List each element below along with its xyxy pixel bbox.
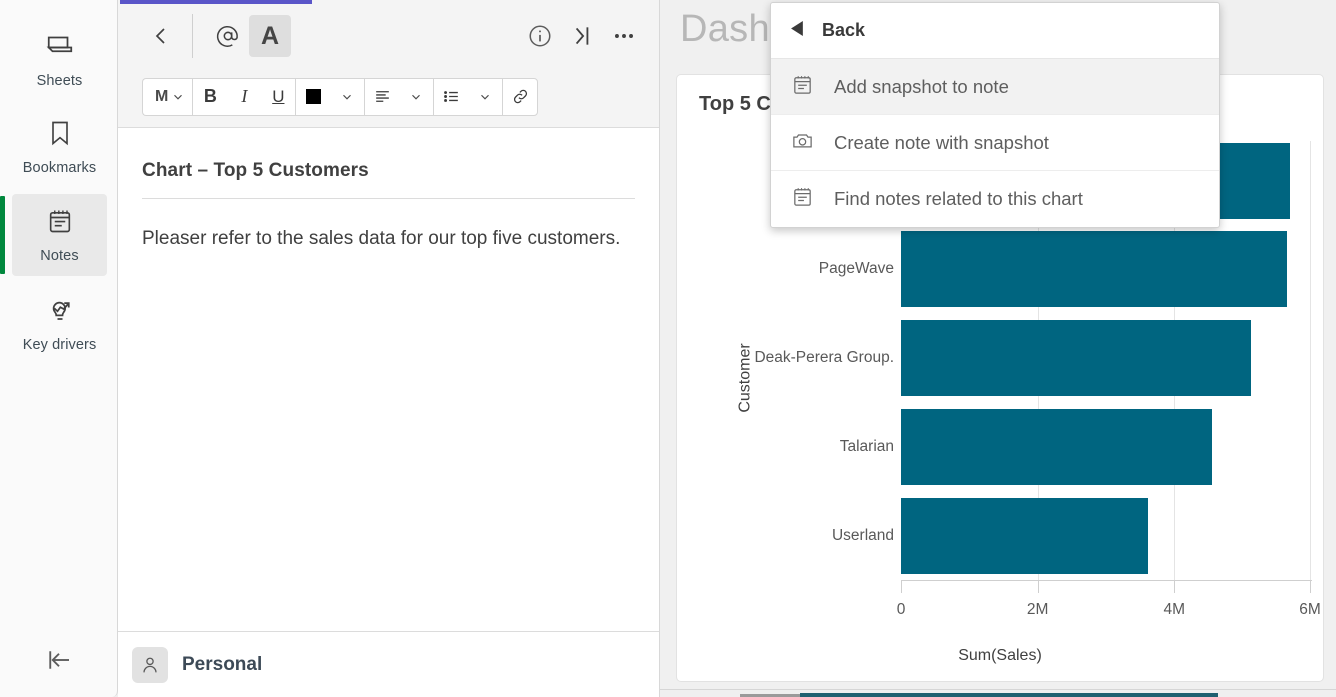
text-format-button[interactable]: A <box>249 15 291 57</box>
tick-mark <box>1037 581 1039 593</box>
link-icon[interactable] <box>503 79 537 115</box>
menu-item-find-notes-related-to-chart[interactable]: Find notes related to this chart <box>771 171 1219 227</box>
menu-item-label: Create note with snapshot <box>834 131 1049 153</box>
alignment-group <box>364 77 434 116</box>
tick-label: 4M <box>1163 601 1186 618</box>
key-drivers-icon <box>45 294 75 329</box>
toolbar-divider <box>192 14 193 58</box>
at-mention-icon[interactable] <box>207 15 249 57</box>
note-editor-body[interactable]: Chart – Top 5 Customers Pleaser refer to… <box>118 128 659 631</box>
bar-userland[interactable]: Userland <box>832 498 1148 574</box>
tick-mark <box>1174 581 1176 593</box>
tick-mark <box>901 581 902 593</box>
menu-item-label: Add snapshot to note <box>834 75 1009 97</box>
ellipsis-icon[interactable] <box>603 15 645 57</box>
gridline-6m <box>1310 141 1311 581</box>
text-color-dropdown[interactable] <box>330 79 364 115</box>
active-accent-bar <box>0 196 5 274</box>
rail-item-list: Sheets Bookmarks Notes Key drivers <box>0 0 117 364</box>
tick-mark <box>1310 581 1311 593</box>
x-axis-title: Sum(Sales) <box>958 647 1042 664</box>
chevron-down-icon <box>171 90 185 104</box>
link-group <box>502 77 539 116</box>
notes-space-label: Personal <box>182 653 263 675</box>
italic-button[interactable]: I <box>227 79 261 115</box>
bar-label: Deak-Perera Group. <box>754 349 894 366</box>
align-left-icon[interactable] <box>365 79 399 115</box>
collapse-right-icon[interactable] <box>561 15 603 57</box>
notes-toolbar: A <box>118 0 659 72</box>
back-button[interactable] <box>140 15 182 57</box>
notes-panel: A M B I U Chart – Top 5 Customers Please… <box>118 0 660 697</box>
tick-label: 2M <box>1026 601 1049 618</box>
camera-icon <box>791 129 814 157</box>
note-text[interactable]: Pleaser refer to the sales data for our … <box>142 225 635 253</box>
notes-footer: Personal <box>118 631 659 697</box>
text-format-label: A <box>260 21 280 50</box>
notes-icon <box>791 73 814 101</box>
bar-deak-perera-group[interactable]: Deak-Perera Group. <box>754 320 1251 396</box>
text-style-group: B I U <box>192 77 296 116</box>
x-axis-line <box>901 580 1312 581</box>
chart-title: Top 5 C <box>699 93 771 115</box>
collapse-left-icon[interactable] <box>0 623 118 697</box>
sidebar-item-label: Notes <box>40 247 79 264</box>
note-title[interactable]: Chart – Top 5 Customers <box>142 160 635 199</box>
menu-item-add-snapshot-to-note[interactable]: Add snapshot to note <box>771 59 1219 115</box>
bold-button[interactable]: B <box>193 79 227 115</box>
sidebar-item-sheets[interactable]: Sheets <box>12 18 107 100</box>
triangle-left-icon <box>791 20 804 41</box>
color-swatch <box>305 89 321 104</box>
loading-progress-bar <box>120 0 312 4</box>
bulleted-list-icon[interactable] <box>434 79 468 115</box>
list-group <box>433 77 503 116</box>
bookmark-icon <box>46 119 74 152</box>
font-size-group: M <box>142 77 193 116</box>
text-format-toolbar: M B I U <box>118 72 659 128</box>
sidebar-item-label: Key drivers <box>22 336 97 353</box>
info-circle-icon[interactable] <box>519 15 561 57</box>
sheet-tab-active[interactable] <box>800 693 1218 697</box>
alignment-dropdown[interactable] <box>399 79 433 115</box>
snapshot-context-menu: Back Add snapshot to note Create note wi… <box>770 2 1220 228</box>
sidebar-item-label: Bookmarks <box>22 159 97 176</box>
sidebar-item-label: Sheets <box>36 72 83 89</box>
y-axis-title: Customer <box>736 343 754 413</box>
notes-icon <box>46 207 74 240</box>
sheet-tab-bar[interactable] <box>660 689 1336 697</box>
bar-pagewave[interactable]: PageWave <box>819 231 1287 307</box>
left-navigation-rail: Sheets Bookmarks Notes Key drivers <box>0 0 118 697</box>
user-avatar-icon <box>132 646 168 683</box>
text-color-group <box>295 77 365 116</box>
list-dropdown[interactable] <box>468 79 502 115</box>
bar-label: Talarian <box>839 438 894 455</box>
menu-item-label: Find notes related to this chart <box>834 188 1083 209</box>
text-color-button[interactable] <box>296 79 330 115</box>
bar-label: Userland <box>831 527 894 544</box>
font-size-label: M <box>155 87 169 105</box>
underline-button[interactable]: U <box>261 79 295 115</box>
tick-label: 6M <box>1299 601 1321 618</box>
app-root: Sheets Bookmarks Notes Key drivers A M B… <box>0 0 1336 697</box>
menu-back-button[interactable]: Back <box>771 3 1219 59</box>
font-size-dropdown[interactable]: M <box>143 79 192 115</box>
menu-item-create-note-with-snapshot[interactable]: Create note with snapshot <box>771 115 1219 171</box>
menu-back-label: Back <box>822 20 866 40</box>
bar-talarian[interactable]: Talarian <box>840 409 1212 485</box>
sidebar-item-key-drivers[interactable]: Key drivers <box>12 282 107 364</box>
sidebar-item-notes[interactable]: Notes <box>0 194 107 276</box>
sidebar-item-bookmarks[interactable]: Bookmarks <box>12 106 107 188</box>
notes-icon <box>791 185 814 213</box>
bar-label: PageWave <box>818 260 894 277</box>
sheets-icon <box>45 30 75 65</box>
tick-label: 0 <box>896 601 906 618</box>
